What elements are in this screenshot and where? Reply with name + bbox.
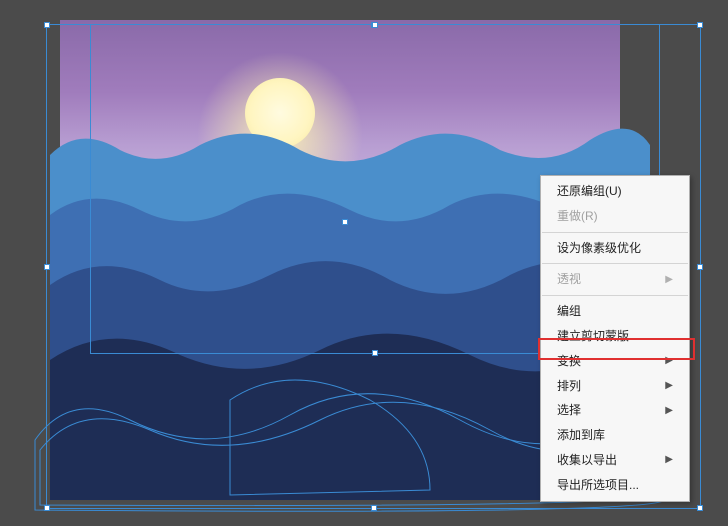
submenu-arrow-icon: ▶ [665, 453, 673, 467]
menu-item-select[interactable]: 选择 ▶ [541, 398, 689, 423]
menu-item-undo-group[interactable]: 还原编组(U) [541, 179, 689, 204]
menu-item-label: 建立剪切蒙版 [557, 328, 629, 345]
menu-item-pixel-optimize[interactable]: 设为像素级优化 [541, 236, 689, 261]
menu-item-label: 选择 [557, 402, 581, 419]
menu-separator [542, 232, 688, 233]
submenu-arrow-icon: ▶ [665, 404, 673, 418]
menu-item-arrange[interactable]: 排列 ▶ [541, 374, 689, 399]
submenu-arrow-icon: ▶ [665, 354, 673, 368]
menu-item-group[interactable]: 编组 [541, 299, 689, 324]
menu-item-label: 排列 [557, 378, 581, 395]
submenu-arrow-icon: ▶ [665, 273, 673, 287]
menu-item-label: 添加到库 [557, 427, 605, 444]
menu-item-label: 变换 [557, 353, 581, 370]
artwork-group[interactable] [60, 20, 620, 490]
menu-item-perspective: 透视 ▶ [541, 267, 689, 292]
anchor-point [342, 219, 348, 225]
menu-separator [542, 263, 688, 264]
menu-item-add-to-library[interactable]: 添加到库 [541, 423, 689, 448]
menu-item-export-selection[interactable]: 导出所选项目... [541, 473, 689, 498]
context-menu: 还原编组(U) 重做(R) 设为像素级优化透视 ▶ 编组建立剪切蒙版变换 ▶ 排列 ▶ 选择 ▶ 添… [540, 175, 690, 502]
menu-item-label: 收集以导出 [557, 452, 617, 469]
submenu-arrow-icon: ▶ [665, 379, 673, 393]
menu-item-label: 重做(R) [557, 208, 598, 225]
menu-item-label: 还原编组(U) [557, 183, 622, 200]
menu-item-label: 编组 [557, 303, 581, 320]
menu-item-transform[interactable]: 变换 ▶ [541, 349, 689, 374]
menu-item-label: 透视 [557, 271, 581, 288]
menu-item-label: 设为像素级优化 [557, 240, 641, 257]
menu-item-label: 导出所选项目... [557, 477, 639, 494]
menu-item-collect-for-export[interactable]: 收集以导出 ▶ [541, 448, 689, 473]
menu-item-redo: 重做(R) [541, 204, 689, 229]
menu-separator [542, 295, 688, 296]
menu-item-make-clipping-mask[interactable]: 建立剪切蒙版 [541, 324, 689, 349]
